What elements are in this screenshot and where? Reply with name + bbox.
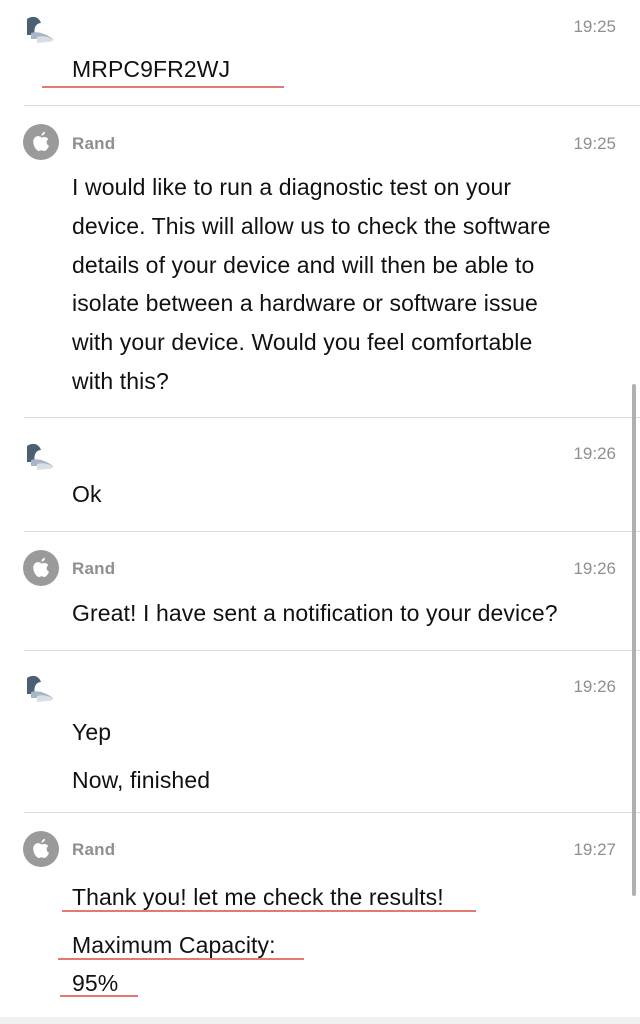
apple-logo-icon	[33, 131, 49, 151]
message-user-3: 19:26 Yep Now, finished	[0, 651, 640, 813]
message-body: Yep Now, finished	[72, 709, 210, 804]
message-time: 19:25	[573, 17, 616, 36]
message-time: 19:26	[573, 677, 616, 696]
message-time: 19:27	[573, 840, 616, 859]
message-line: isolate between a hardware or software i…	[72, 290, 538, 317]
message-body: I would like to run a diagnostic test on…	[72, 168, 551, 401]
message-line: Ok	[72, 481, 102, 507]
message-time: 19:25	[573, 134, 616, 153]
agent-avatar-icon	[23, 831, 59, 867]
user-avatar-icon	[23, 436, 59, 472]
message-body: Ok	[72, 475, 102, 514]
message-agent-3: Randy 19:27 Thank you! let me check the …	[0, 813, 640, 1017]
agent-avatar-icon	[23, 124, 59, 160]
annotation-underline	[62, 910, 476, 912]
message-line: 95%	[72, 970, 119, 996]
user-avatar-icon	[23, 9, 59, 45]
message-line: with your device. Would you feel comfort…	[72, 329, 533, 356]
message-line: Great! I have sent a notification to you…	[72, 600, 558, 626]
message-line: I would like to run a diagnostic test on…	[72, 174, 512, 200]
message-line: Yep	[72, 719, 112, 745]
message-line: details of your device and will then be …	[72, 251, 535, 278]
message-line: Now, finished	[72, 766, 211, 793]
annotation-underline	[60, 995, 138, 997]
message-line: MRPC9FR2WJ	[72, 56, 231, 82]
message-line: Thank you! let me check the results!	[72, 884, 444, 910]
annotation-underline	[42, 86, 284, 88]
annotation-underline	[58, 958, 304, 960]
message-line: with this?	[72, 367, 169, 394]
message-body: Great! I have sent a notification to you…	[72, 594, 558, 633]
message-time: 19:26	[573, 444, 616, 463]
message-agent-1: Randy 19:25 I would like to run a diagno…	[0, 106, 640, 418]
message-body: Thank you! let me check the results! Max…	[72, 875, 444, 1005]
apple-logo-icon	[33, 557, 49, 577]
message-agent-2: Randy 19:26 Great! I have sent a notific…	[0, 532, 640, 651]
message-body: MRPC9FR2WJ	[72, 50, 230, 89]
message-user-1: 19:25 MRPC9FR2WJ	[0, 0, 640, 106]
bottom-bar	[0, 1017, 640, 1024]
apple-logo-icon	[33, 838, 49, 858]
message-line: device. This will allow us to check the …	[72, 212, 551, 239]
scrollbar-thumb[interactable]	[632, 384, 636, 896]
user-avatar-icon	[23, 668, 59, 704]
message-user-2: 19:26 Ok	[0, 418, 640, 532]
agent-avatar-icon	[23, 550, 59, 586]
message-time: 19:26	[573, 559, 616, 578]
